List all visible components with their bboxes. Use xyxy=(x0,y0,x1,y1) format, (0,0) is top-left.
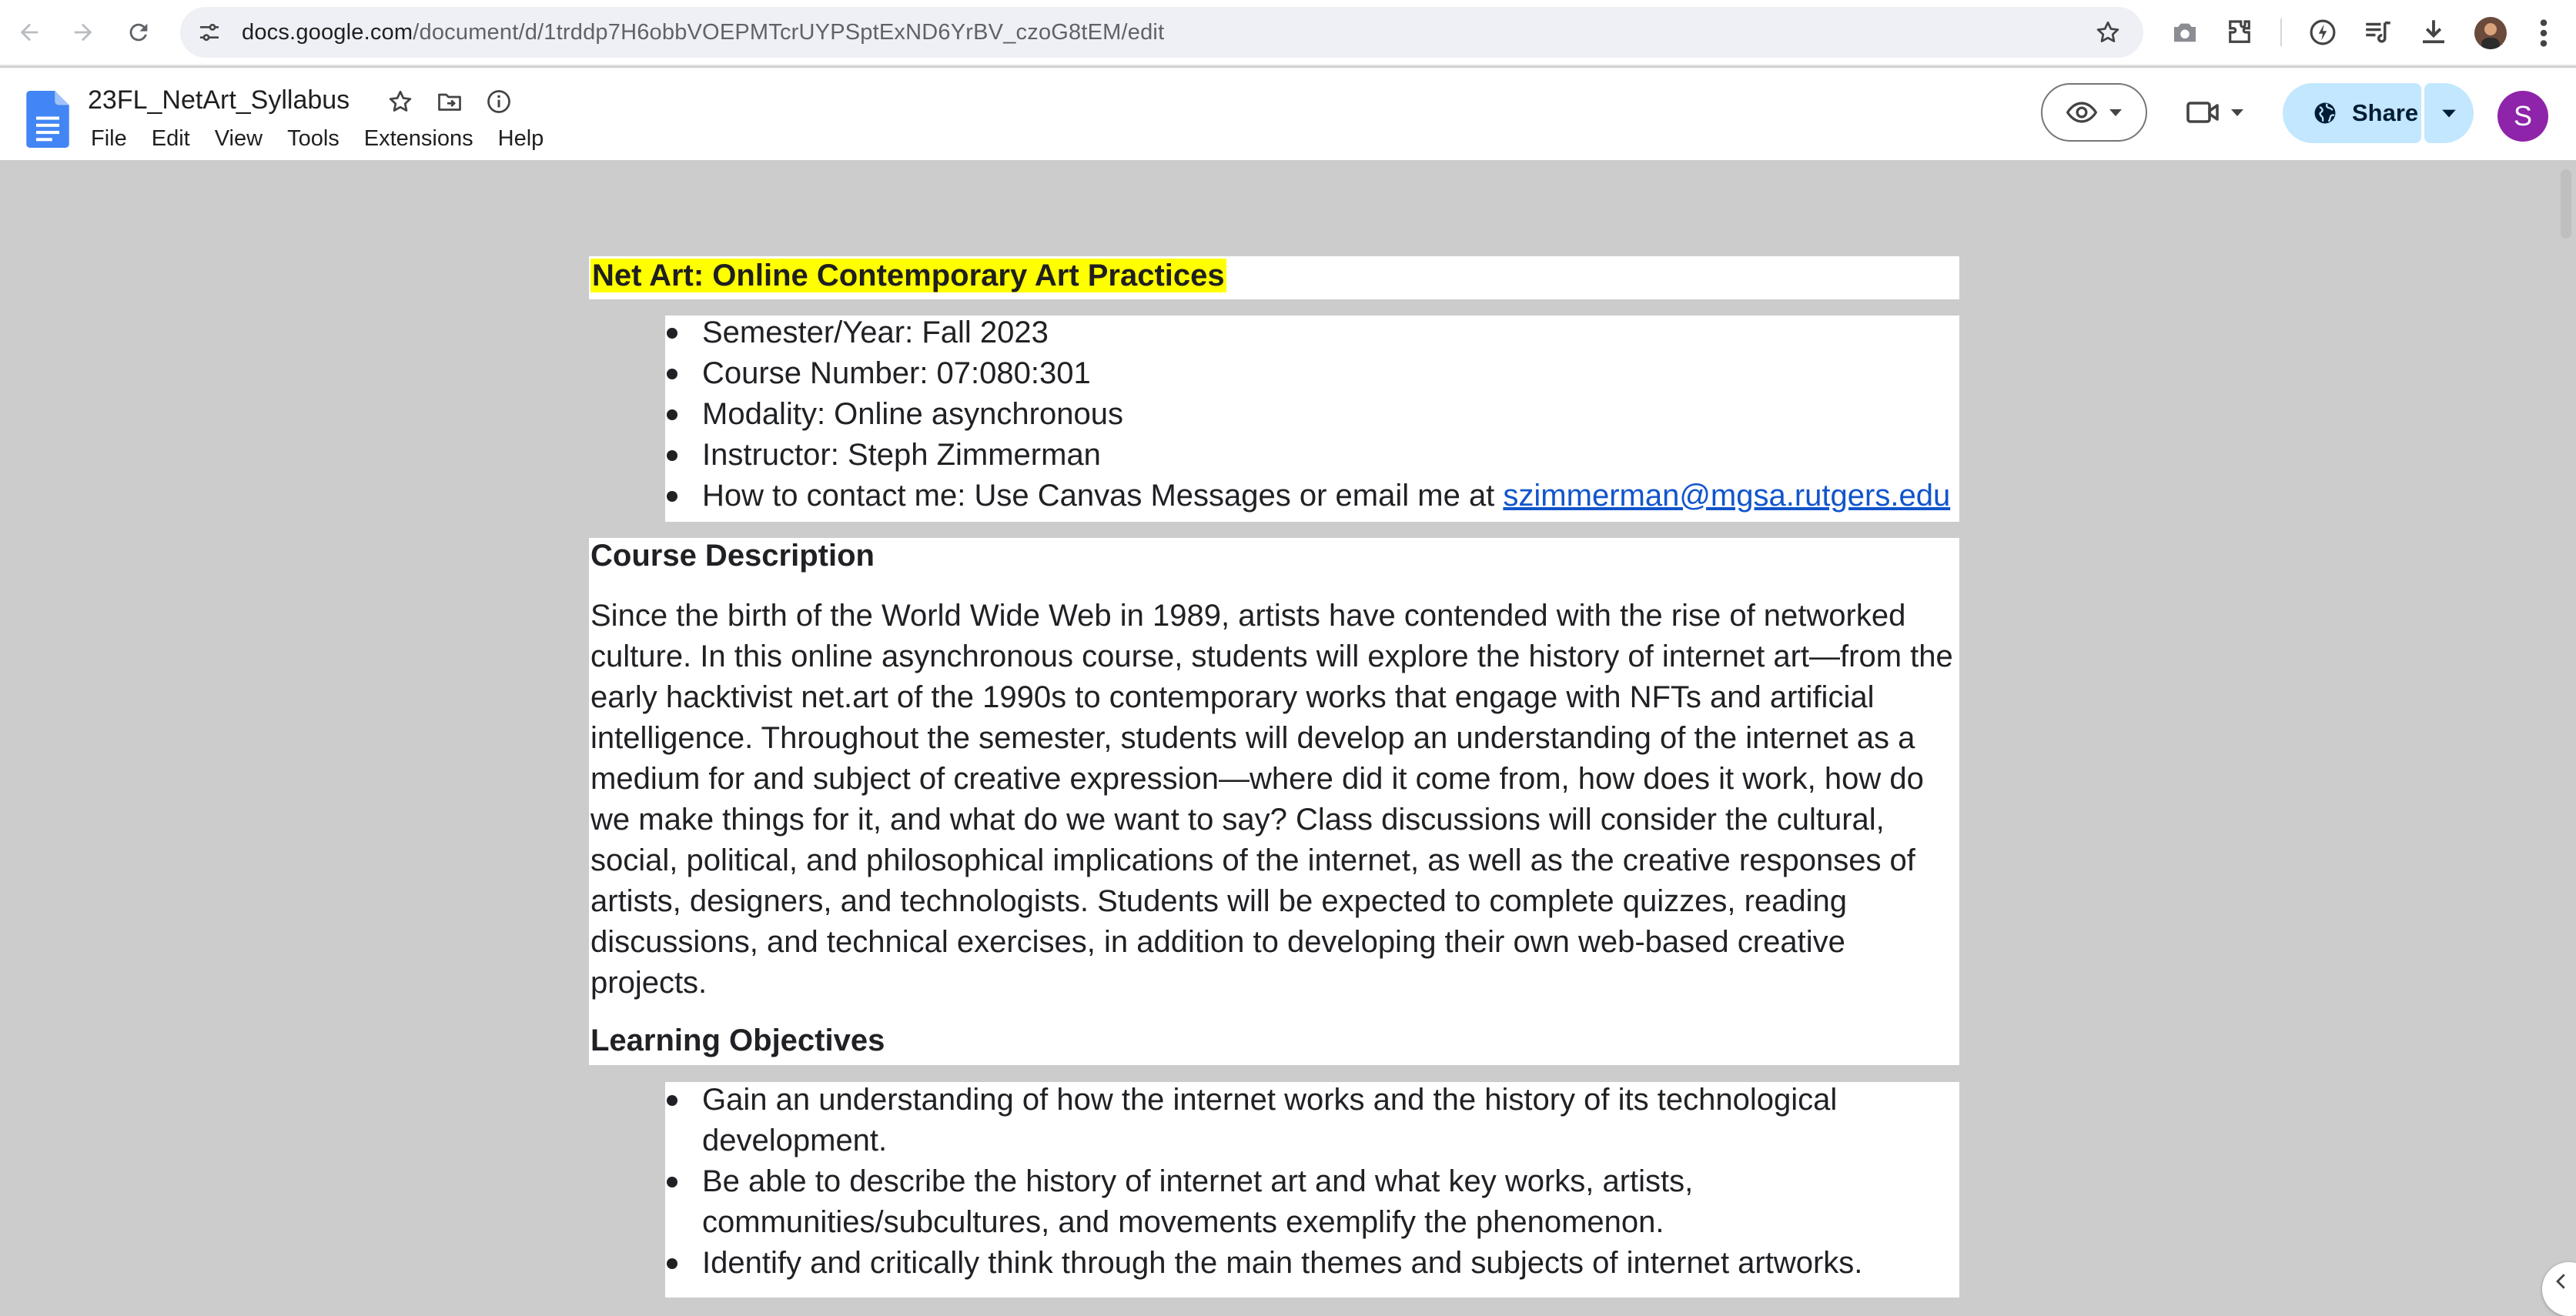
globe-icon xyxy=(2314,102,2336,124)
more-options-icon[interactable] xyxy=(2536,15,2551,51)
menu-tools[interactable]: Tools xyxy=(287,122,350,155)
chevron-down-icon xyxy=(2442,109,2456,118)
chevron-down-icon xyxy=(2231,109,2243,116)
course-description-heading[interactable]: Course Description xyxy=(590,534,875,577)
address-bar[interactable]: docs.google.com/document/d/1trddp7H6obbV… xyxy=(180,7,2143,58)
viewing-mode-button[interactable] xyxy=(2041,83,2147,142)
menu-help[interactable]: Help xyxy=(498,122,555,155)
tune-icon[interactable] xyxy=(197,20,222,45)
email-link[interactable]: szimmerman@mgsa.rutgers.edu xyxy=(1503,479,1950,513)
reload-icon[interactable] xyxy=(120,14,157,51)
forward-icon[interactable] xyxy=(65,14,102,51)
menu-edit[interactable]: Edit xyxy=(152,122,201,155)
video-camera-icon xyxy=(2186,102,2219,123)
back-icon[interactable] xyxy=(11,14,48,51)
folder-move-icon[interactable] xyxy=(436,88,463,115)
star-icon[interactable] xyxy=(2094,18,2122,46)
chevron-left-icon xyxy=(2556,1274,2565,1289)
bullet-contact[interactable]: How to contact me: Use Canvas Messages o… xyxy=(667,476,1950,516)
document-heading-text: Net Art: Online Contemporary Art Practic… xyxy=(590,259,1226,292)
share-label: Share xyxy=(2352,99,2419,126)
objective-item[interactable]: Identify and critically think through th… xyxy=(667,1243,1862,1284)
camera-icon[interactable] xyxy=(2169,16,2201,48)
bullet-instructor[interactable]: Instructor: Steph Zimmerman xyxy=(667,435,1101,476)
learning-objectives-heading[interactable]: Learning Objectives xyxy=(590,1019,885,1062)
lightning-icon[interactable] xyxy=(2307,16,2339,48)
share-dropdown-button[interactable] xyxy=(2424,83,2474,143)
media-playlist-icon[interactable] xyxy=(2362,16,2394,48)
info-icon[interactable] xyxy=(485,88,513,115)
document-scrollbar[interactable] xyxy=(2553,160,2576,1298)
bullet-modality[interactable]: Modality: Online asynchronous xyxy=(667,394,1123,435)
document-heading[interactable]: Net Art: Online Contemporary Art Practic… xyxy=(590,254,1226,297)
menu-extensions[interactable]: Extensions xyxy=(364,122,484,155)
toolbar-separator xyxy=(2280,18,2282,46)
account-avatar[interactable]: S xyxy=(2497,91,2548,142)
menu-bar: File Edit View Tools Extensions Help xyxy=(91,122,568,155)
url-text: docs.google.com/document/d/1trddp7H6obbV… xyxy=(242,19,1165,45)
bullet-semester[interactable]: Semester/Year: Fall 2023 xyxy=(667,312,1049,353)
menu-file[interactable]: File xyxy=(91,122,138,155)
chevron-down-icon xyxy=(2109,109,2122,116)
browser-profile-avatar[interactable] xyxy=(2474,17,2507,49)
doc-title[interactable]: 23FL_NetArt_Syllabus xyxy=(88,83,350,117)
browser-toolbar: docs.google.com/document/d/1trddp7H6obbV… xyxy=(0,0,2576,66)
description-paragraph[interactable]: Since the birth of the World Wide Web in… xyxy=(590,596,1953,1004)
docs-header: 23FL_NetArt_Syllabus File Edit View Tool… xyxy=(0,68,2576,160)
bullet-course-number[interactable]: Course Number: 07:080:301 xyxy=(667,353,1091,394)
download-icon[interactable] xyxy=(2417,16,2450,48)
objective-item[interactable]: Be able to describe the history of inter… xyxy=(667,1161,1693,1243)
star-outline-icon[interactable] xyxy=(386,88,414,115)
docs-logo-icon[interactable] xyxy=(26,91,69,148)
eye-icon xyxy=(2066,102,2098,123)
menu-view[interactable]: View xyxy=(215,122,273,155)
meet-button[interactable] xyxy=(2185,94,2251,131)
scrollbar-thumb[interactable] xyxy=(2561,169,2571,239)
share-button[interactable]: Share xyxy=(2283,83,2421,143)
puzzle-icon[interactable] xyxy=(2223,16,2256,48)
objective-item[interactable]: Gain an understanding of how the interne… xyxy=(667,1080,1837,1161)
